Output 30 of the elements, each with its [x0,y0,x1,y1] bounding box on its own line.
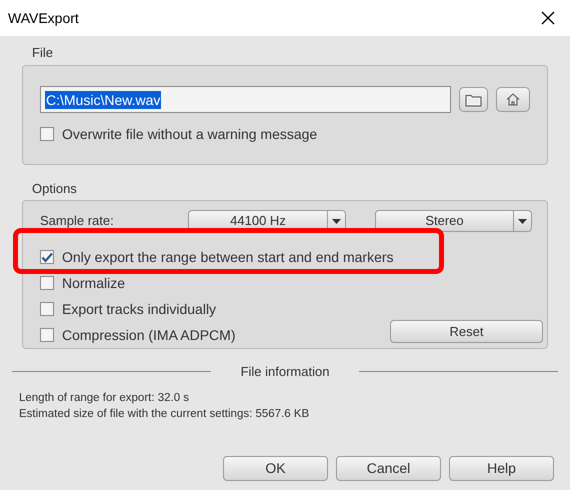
dialog-button[interactable]: Help [449,456,554,480]
caret-icon [518,218,527,224]
checkbox[interactable] [40,302,54,316]
info-text: Estimated size of file with the current settings: 5567.6 KB [19,406,310,422]
checkbox-label[interactable]: Normalize [62,272,126,294]
folder-icon [465,92,482,106]
checkbox-label[interactable]: Only export the range between start and end markers [62,246,394,268]
dialog-button[interactable]: OK [223,456,328,480]
channels-dropdown[interactable]: Stereo [375,210,532,232]
checkbox[interactable] [40,127,54,141]
close-icon [541,11,555,25]
home-icon [506,93,520,106]
path-field[interactable]: C:\Music\New.wav [40,86,451,113]
checkbox-label[interactable]: Overwrite file without a warning message [62,124,318,144]
checkbox[interactable] [40,250,54,264]
reset-button[interactable]: Reset [390,320,543,343]
info-text: Length of range for export: 32.0 s [19,390,190,406]
checkbox-label[interactable]: Export tracks individually [62,298,216,320]
field-label: Sample rate: [40,212,115,230]
checkbox[interactable] [40,328,54,342]
checkbox-label[interactable]: Compression (IMA ADPCM) [62,324,236,346]
folder-button[interactable] [459,87,488,112]
caret-icon [332,218,341,224]
home-button[interactable] [496,87,530,112]
group-title: File [32,44,54,62]
section-title: File information [240,363,330,381]
dialog-button[interactable]: Cancel [336,456,441,480]
checkbox[interactable] [40,276,54,290]
window-title: WAVExport [8,8,79,28]
group-title: Options [32,180,78,198]
